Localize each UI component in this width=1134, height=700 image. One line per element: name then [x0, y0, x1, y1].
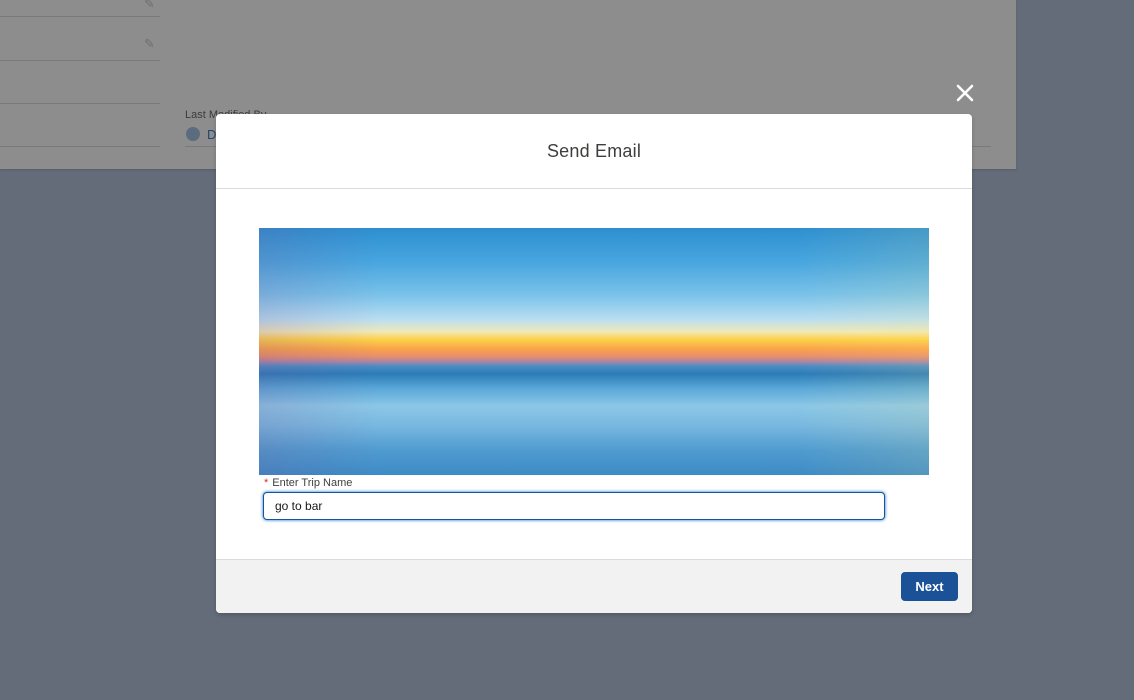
last-modified-user-link: D	[207, 127, 217, 142]
trip-name-input[interactable]	[263, 492, 885, 520]
background-divider	[0, 16, 160, 17]
next-button[interactable]: Next	[901, 572, 958, 601]
close-button[interactable]	[953, 81, 977, 105]
close-icon	[956, 84, 974, 102]
modal-header: Send Email	[216, 114, 972, 189]
sunset-seascape-image	[259, 228, 929, 475]
user-avatar-icon	[186, 127, 200, 141]
edit-pencil-icon: ✎	[144, 36, 155, 51]
modal-footer: Next	[216, 559, 972, 613]
background-divider	[0, 60, 160, 61]
trip-name-label-text: Enter Trip Name	[272, 477, 353, 489]
required-asterisk: *	[264, 477, 269, 489]
modal-title: Send Email	[546, 140, 642, 161]
background-divider	[0, 146, 160, 147]
background-divider	[0, 103, 160, 104]
edit-pencil-icon: ✎	[144, 0, 155, 11]
trip-name-label: * Enter Trip Name	[264, 477, 352, 489]
send-email-modal: Send Email *Enter Trip Name Next	[216, 114, 972, 613]
